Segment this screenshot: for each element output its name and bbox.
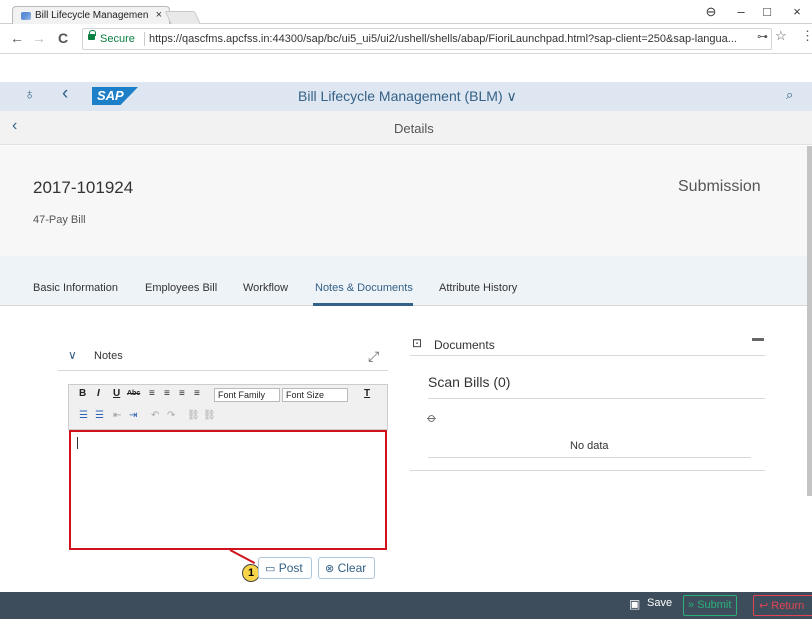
app-favicon-icon bbox=[21, 12, 31, 20]
clear-button[interactable]: ⊗ Clear bbox=[318, 557, 375, 579]
undo-button[interactable]: ↶ bbox=[151, 410, 159, 421]
forward-arrow-icon[interactable]: → bbox=[32, 30, 46, 46]
notes-title: Notes bbox=[94, 350, 123, 362]
save-icon: ▣ bbox=[629, 597, 641, 611]
redo-button[interactable]: ↷ bbox=[167, 410, 175, 421]
page-back-icon[interactable]: ‹ bbox=[12, 117, 17, 135]
bookmark-star-icon[interactable]: ☆ bbox=[775, 28, 787, 44]
url-separator bbox=[144, 32, 145, 46]
text-caret bbox=[77, 437, 78, 449]
object-number: 2017-101924 bbox=[33, 178, 134, 197]
secure-label: Secure bbox=[100, 33, 135, 45]
tab-notes-documents[interactable]: Notes & Documents bbox=[315, 282, 413, 294]
user-icon[interactable]: ♁ bbox=[24, 86, 35, 103]
documents-panel: ⊡ Documents Scan Bills (0) ⌀ No data bbox=[410, 330, 765, 480]
browser-tab-bar: Bill Lifecycle Managemen × ⊖ – □ × bbox=[0, 0, 812, 25]
font-size-select[interactable]: Font Size bbox=[282, 388, 348, 402]
unlink-button[interactable]: ⛓ bbox=[203, 410, 216, 421]
search-icon[interactable]: ⌕ bbox=[786, 87, 793, 103]
documents-bottom-divider bbox=[410, 470, 765, 471]
submit-button-label: Submit bbox=[697, 599, 732, 611]
maximize-button[interactable]: □ bbox=[752, 4, 782, 22]
underline-button[interactable]: U bbox=[113, 388, 120, 399]
shell-back-icon[interactable]: ‹ bbox=[62, 83, 68, 105]
chevron-down-icon[interactable]: ∨ bbox=[68, 348, 77, 362]
notes-divider bbox=[58, 370, 388, 371]
clear-button-label: Clear bbox=[337, 561, 367, 575]
folder-icon: ⊡ bbox=[412, 336, 423, 350]
documents-divider bbox=[410, 355, 765, 356]
sap-logo: SAP bbox=[92, 87, 138, 105]
window-close-button[interactable]: × bbox=[782, 4, 812, 22]
lock-icon bbox=[88, 30, 96, 40]
shell-header: ♁ ‹ SAP Bill Lifecycle Management (BLM) … bbox=[0, 82, 812, 111]
font-family-select[interactable]: Font Family bbox=[214, 388, 280, 402]
scan-bills-heading: Scan Bills (0) bbox=[428, 374, 511, 390]
return-button-label: Return bbox=[771, 600, 805, 612]
italic-button[interactable]: I bbox=[97, 388, 100, 399]
bold-button[interactable]: B bbox=[79, 388, 86, 399]
object-header: 2017-101924 47-Pay Bill Submission bbox=[0, 146, 812, 256]
tab-close-icon[interactable]: × bbox=[156, 9, 162, 21]
key-icon[interactable]: ⊶ bbox=[757, 30, 768, 43]
url-text[interactable]: https://qascfms.apcfss.in:44300/sap/bc/u… bbox=[149, 33, 767, 45]
object-subtitle: 47-Pay Bill bbox=[33, 214, 86, 226]
align-right-button[interactable]: ≡ bbox=[179, 388, 185, 399]
browser-menu-icon[interactable]: ⋮ bbox=[801, 28, 812, 44]
comment-icon: ▭ bbox=[265, 563, 276, 575]
tab-basic-information[interactable]: Basic Information bbox=[33, 282, 118, 294]
documents-title: Documents bbox=[434, 338, 495, 352]
app-title-menu[interactable]: Bill Lifecycle Management (BLM) ∨ bbox=[298, 88, 517, 105]
section-tabs: Basic Information Employees Bill Workflo… bbox=[0, 256, 807, 306]
post-button[interactable]: ▭ Post bbox=[258, 557, 312, 579]
post-button-label: Post bbox=[278, 561, 303, 575]
scan-bills-divider bbox=[428, 398, 765, 399]
save-button[interactable]: Save bbox=[647, 597, 672, 609]
page-subheader: ‹ Details bbox=[0, 111, 812, 145]
attachment-icon[interactable]: ⌀ bbox=[423, 410, 440, 427]
vertical-scrollbar[interactable] bbox=[807, 146, 812, 496]
tab-employees-bill[interactable]: Employees Bill bbox=[145, 282, 217, 294]
back-arrow-icon[interactable]: ← bbox=[10, 30, 24, 46]
align-left-button[interactable]: ≡ bbox=[149, 388, 155, 399]
align-center-button[interactable]: ≡ bbox=[164, 388, 170, 399]
bulleted-list-button[interactable]: ☰ bbox=[79, 410, 88, 421]
text-color-button[interactable]: T bbox=[364, 388, 370, 399]
tab-attribute-history[interactable]: Attribute History bbox=[439, 282, 517, 294]
justify-button[interactable]: ≡ bbox=[194, 388, 200, 399]
numbered-list-button[interactable]: ☰ bbox=[95, 410, 104, 421]
tab-title: Bill Lifecycle Managemen bbox=[35, 10, 149, 21]
link-button[interactable]: ⛓ bbox=[187, 410, 200, 421]
browser-tab[interactable]: Bill Lifecycle Managemen × bbox=[12, 6, 170, 25]
expand-icon[interactable]: ⤢ bbox=[368, 348, 379, 365]
active-tab-indicator bbox=[313, 303, 413, 306]
return-button[interactable]: ↩ Return bbox=[753, 595, 812, 616]
submit-icon: » bbox=[688, 599, 695, 611]
notes-editor[interactable] bbox=[69, 430, 387, 550]
submit-button[interactable]: » Submit bbox=[683, 595, 738, 616]
no-data-text: No data bbox=[570, 440, 609, 452]
no-data-divider bbox=[428, 457, 751, 458]
strikethrough-button[interactable]: Abc bbox=[127, 390, 140, 397]
page-title: Details bbox=[394, 121, 434, 136]
reload-icon[interactable]: C bbox=[58, 30, 68, 46]
collapse-icon[interactable] bbox=[752, 338, 764, 341]
new-tab-button[interactable] bbox=[164, 11, 202, 25]
return-icon: ↩ bbox=[759, 600, 769, 612]
url-field[interactable]: Secure https://qascfms.apcfss.in:44300/s… bbox=[82, 28, 772, 50]
tab-workflow[interactable]: Workflow bbox=[243, 282, 288, 294]
object-status: Submission bbox=[678, 178, 761, 195]
indent-button[interactable]: ⇥ bbox=[129, 410, 137, 421]
page-footer: ▣ Save » Submit ↩ Return bbox=[0, 592, 812, 619]
outdent-button[interactable]: ⇤ bbox=[113, 410, 121, 421]
rich-text-toolbar: B I U Abc ≡ ≡ ≡ ≡ Font Family Font Size … bbox=[68, 384, 388, 430]
user-profile-icon[interactable]: ⊖ bbox=[696, 4, 726, 22]
address-bar-row: ← → C Secure https://qascfms.apcfss.in:4… bbox=[0, 24, 812, 54]
clear-icon: ⊗ bbox=[325, 563, 335, 575]
